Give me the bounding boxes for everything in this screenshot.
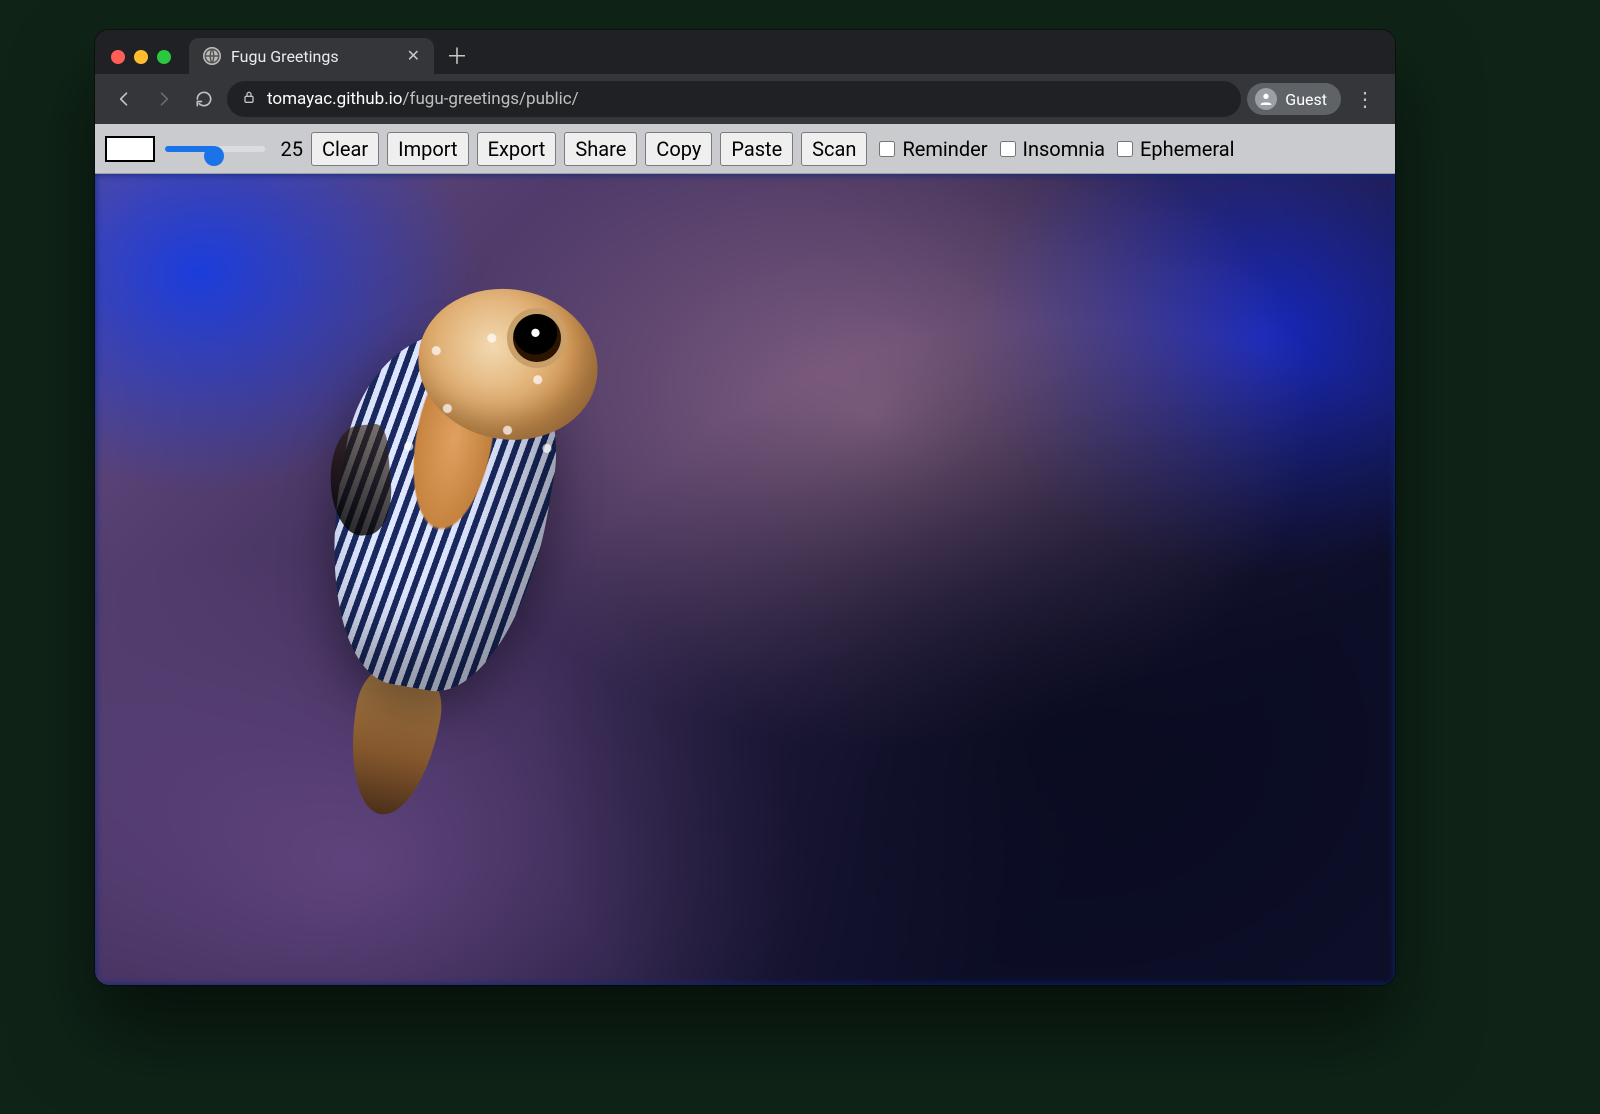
- scan-button[interactable]: Scan: [801, 132, 867, 166]
- globe-icon: [203, 47, 221, 65]
- app-toolbar: 25 Clear Import Export Share Copy Paste …: [95, 124, 1395, 174]
- url-host: tomayac.github.io: [267, 89, 403, 109]
- drawing-canvas[interactable]: [95, 174, 1395, 985]
- browser-window: Fugu Greetings ✕ ＋ tomayac.github.io/fug…: [95, 30, 1395, 985]
- brush-size-value: 25: [275, 137, 303, 161]
- profile-chip[interactable]: Guest: [1247, 83, 1341, 115]
- profile-label: Guest: [1285, 90, 1327, 109]
- close-tab-icon[interactable]: ✕: [407, 48, 420, 64]
- share-button[interactable]: Share: [564, 132, 637, 166]
- export-button[interactable]: Export: [477, 132, 557, 166]
- ephemeral-checkbox[interactable]: Ephemeral: [1113, 137, 1235, 161]
- reminder-checkbox-input[interactable]: [879, 141, 895, 157]
- window-controls: [111, 50, 171, 64]
- insomnia-checkbox-input[interactable]: [1000, 141, 1016, 157]
- copy-button[interactable]: Copy: [645, 132, 712, 166]
- reminder-checkbox[interactable]: Reminder: [875, 137, 987, 161]
- url-path: /fugu-greetings/public/: [403, 89, 579, 109]
- ephemeral-checkbox-input[interactable]: [1117, 141, 1133, 157]
- brush-size-slider[interactable]: [165, 146, 265, 152]
- paste-button[interactable]: Paste: [720, 132, 793, 166]
- import-button[interactable]: Import: [387, 132, 468, 166]
- tab-strip: Fugu Greetings ✕ ＋: [95, 30, 1395, 74]
- tab-title: Fugu Greetings: [231, 47, 397, 66]
- browser-menu-button[interactable]: ⋮: [1347, 87, 1383, 111]
- address-bar[interactable]: tomayac.github.io/fugu-greetings/public/: [227, 81, 1241, 117]
- reload-button[interactable]: [187, 82, 221, 116]
- nav-bar: tomayac.github.io/fugu-greetings/public/…: [95, 74, 1395, 124]
- window-minimize-button[interactable]: [134, 50, 148, 64]
- ephemeral-label: Ephemeral: [1140, 137, 1235, 161]
- window-close-button[interactable]: [111, 50, 125, 64]
- url-text: tomayac.github.io/fugu-greetings/public/: [267, 89, 1227, 109]
- forward-button[interactable]: [147, 82, 181, 116]
- back-button[interactable]: [107, 82, 141, 116]
- lock-icon: [241, 89, 257, 109]
- clear-button[interactable]: Clear: [311, 132, 379, 166]
- insomnia-checkbox[interactable]: Insomnia: [996, 137, 1106, 161]
- avatar-icon: [1255, 88, 1277, 110]
- reminder-label: Reminder: [902, 137, 987, 161]
- color-picker[interactable]: [105, 136, 155, 162]
- new-tab-button[interactable]: ＋: [442, 40, 472, 70]
- browser-tab[interactable]: Fugu Greetings ✕: [189, 38, 434, 74]
- insomnia-label: Insomnia: [1023, 137, 1106, 161]
- window-maximize-button[interactable]: [157, 50, 171, 64]
- canvas-background-image: [95, 174, 1395, 985]
